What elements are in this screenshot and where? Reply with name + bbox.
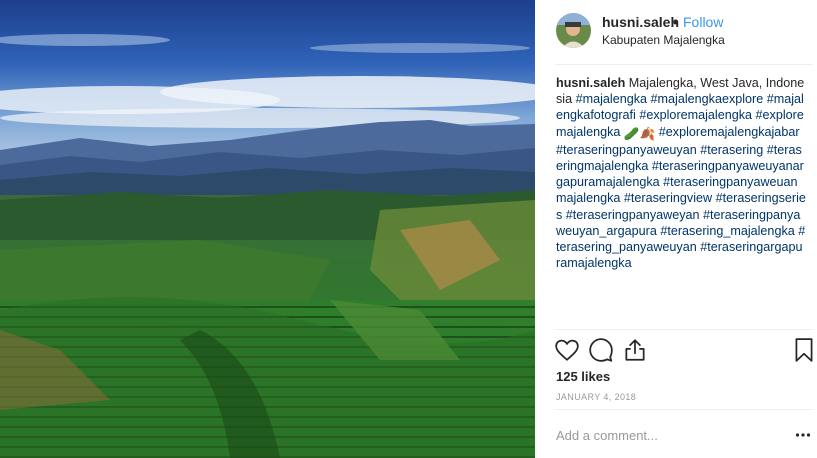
follow-button[interactable]: Follow — [683, 14, 723, 30]
like-count[interactable]: 125 likes — [556, 369, 610, 384]
caption-username[interactable]: husni.saleh — [556, 76, 625, 90]
heart-icon — [555, 339, 579, 361]
comment-button[interactable] — [588, 337, 614, 363]
caption-emoji: 🥒🍂 — [623, 126, 656, 141]
hashtag-link[interactable]: #terasering — [700, 143, 763, 157]
save-button[interactable] — [791, 337, 817, 363]
avatar-image — [556, 13, 591, 48]
divider — [555, 329, 813, 330]
post-caption: husni.saleh Majalengka, West Java, Indon… — [556, 75, 806, 329]
post-actions — [554, 337, 814, 363]
post-location[interactable]: Kabupaten Majalengka — [602, 33, 725, 47]
comment-bubble-icon — [589, 338, 613, 362]
share-icon — [625, 339, 645, 361]
hashtag-link[interactable]: #exploremajalengka — [639, 108, 752, 122]
hashtag-link[interactable]: #majalengkaexplore — [651, 92, 764, 106]
avatar[interactable] — [556, 13, 591, 48]
author-username[interactable]: husni.saleh — [602, 14, 679, 30]
hashtag-link[interactable]: #teraseringview — [624, 191, 712, 205]
landscape-photo — [0, 0, 535, 458]
post-date[interactable]: JANUARY 4, 2018 — [556, 392, 636, 402]
hashtag-link[interactable]: #majalengka — [576, 92, 647, 106]
more-options-button[interactable] — [795, 428, 811, 440]
hashtag-link[interactable]: #teraseringpanyaweyan — [566, 208, 700, 222]
post-sidebar: husni.saleh • Follow Kabupaten Majalengk… — [535, 0, 817, 458]
hashtag-link[interactable]: #terasering_majalengka — [660, 224, 794, 238]
header-separator: • — [673, 14, 678, 30]
like-button[interactable] — [554, 337, 580, 363]
divider — [555, 409, 813, 410]
share-button[interactable] — [622, 337, 648, 363]
bookmark-icon — [795, 338, 813, 362]
comment-input[interactable] — [556, 427, 776, 443]
post-header: husni.saleh • Follow Kabupaten Majalengk… — [535, 0, 817, 64]
more-options-icon — [795, 433, 811, 437]
hashtag-link[interactable]: #teraseringpanyaweuyan — [556, 143, 697, 157]
hashtag-link[interactable]: #exploremajalengkajabar — [659, 125, 800, 139]
divider — [555, 64, 813, 65]
post-photo[interactable] — [0, 0, 535, 458]
